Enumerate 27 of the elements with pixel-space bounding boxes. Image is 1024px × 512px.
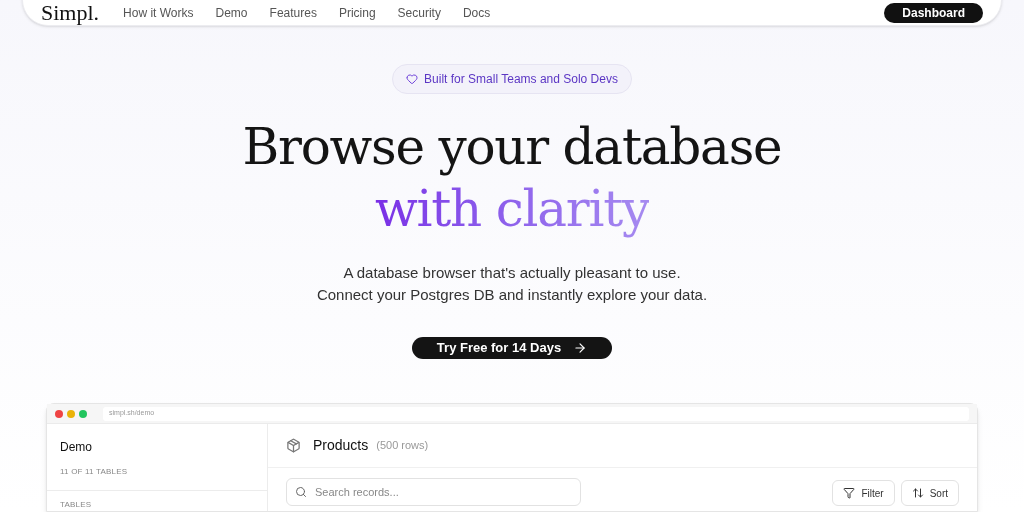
- subtitle: A database browser that's actually pleasant to use.: [343, 263, 681, 283]
- dashboard-button[interactable]: Dashboard: [884, 3, 983, 23]
- nav-link[interactable]: Pricing: [338, 7, 376, 19]
- badge-text: Built for Small Teams and Solo Devs: [424, 71, 618, 88]
- search-field[interactable]: Search records...: [286, 478, 581, 506]
- section-label: TABLES: [59, 499, 93, 511]
- logo[interactable]: Simpl.: [41, 2, 100, 24]
- nav-link[interactable]: How it Works: [123, 7, 194, 19]
- sidebar-title: Demo: [60, 439, 93, 456]
- sort-button[interactable]: Sort: [900, 480, 959, 506]
- box-icon: [286, 438, 301, 453]
- nav-link[interactable]: Features: [269, 7, 317, 19]
- search-icon: [295, 486, 307, 498]
- subtitle: Connect your Postgres DB and instantly explore your data.: [316, 285, 708, 305]
- arrow-right-icon: [573, 341, 588, 355]
- nav-link[interactable]: Demo: [215, 7, 248, 19]
- headline: Browse your database: [242, 117, 782, 178]
- heart-icon: [406, 73, 419, 85]
- filter-button[interactable]: Filter: [832, 480, 895, 506]
- cta-button[interactable]: Try Free for 14 Days: [411, 337, 613, 359]
- filter-icon: [843, 487, 856, 499]
- table-count: 11 OF 11 TABLES: [60, 466, 129, 478]
- nav-link[interactable]: Security: [397, 7, 441, 19]
- nav-link[interactable]: Docs: [462, 7, 491, 19]
- sort-icon: [911, 487, 924, 499]
- table-title: Products: [313, 436, 369, 455]
- row-count: (500 rows): [376, 438, 429, 454]
